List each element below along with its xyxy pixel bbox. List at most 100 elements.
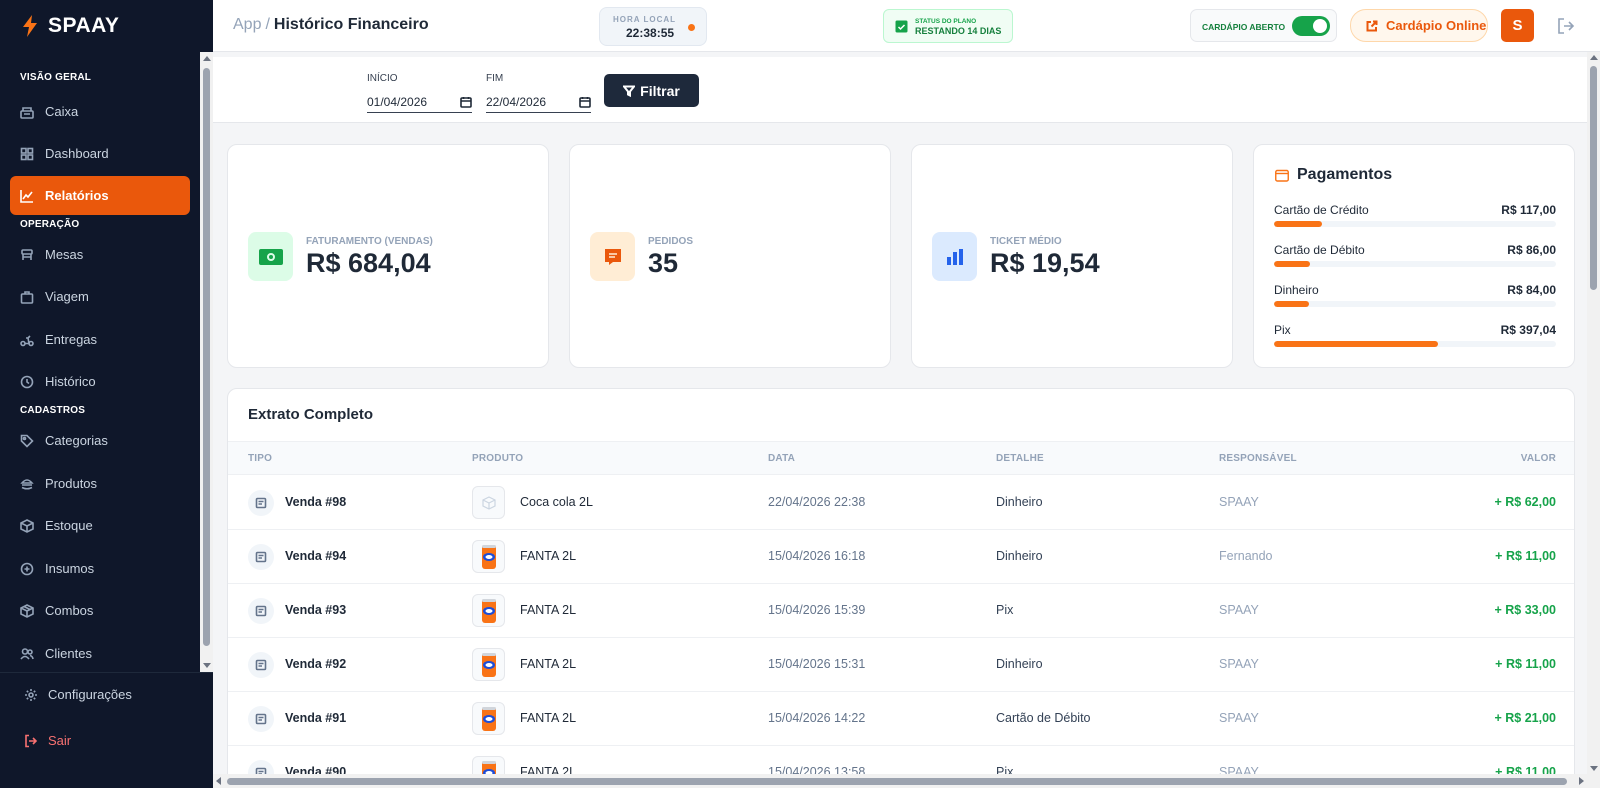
sale-value: + R$ 11,00: [1495, 549, 1556, 563]
sidebar-item-clientes[interactable]: Clientes: [10, 634, 190, 672]
sidebar-item-label: Caixa: [45, 104, 79, 119]
sale-type: Venda #94: [285, 549, 347, 563]
product-name: FANTA 2L: [520, 603, 577, 617]
fanta-can-icon: [481, 652, 496, 677]
sidebar-item-label: Produtos: [45, 476, 98, 491]
external-link-icon: [1366, 20, 1378, 31]
payment-progress-fill: [1274, 341, 1438, 347]
sidebar-item-label: Dashboard: [45, 146, 109, 161]
sidebar-item-estoque[interactable]: Estoque: [10, 506, 190, 545]
scroll-right-arrow-icon[interactable]: [1579, 777, 1584, 785]
brand[interactable]: SPAAY: [0, 0, 213, 52]
revenue-card: FATURAMENTO (VENDAS) R$ 684,04: [227, 144, 549, 368]
payment-progress-track: [1274, 301, 1556, 307]
product-thumbnail: [472, 486, 505, 519]
breadcrumb-root[interactable]: App: [233, 16, 261, 33]
logout-link[interactable]: Sair: [24, 733, 71, 748]
start-date-value: 01/04/2026: [367, 94, 428, 109]
sidebar-item-label: Estoque: [45, 518, 93, 533]
scrollbar-thumb[interactable]: [203, 68, 210, 646]
scroll-up-arrow-icon[interactable]: [203, 56, 211, 61]
payment-row: Dinheiro R$ 84,00: [1274, 283, 1556, 313]
product-thumbnail: [472, 702, 505, 735]
sidebar-item-categorias[interactable]: Categorias: [10, 421, 190, 460]
sidebar-scrollbar[interactable]: [200, 52, 213, 672]
sidebar-item-caixa[interactable]: Caixa: [10, 92, 190, 131]
header-logout-button[interactable]: [1556, 16, 1576, 36]
scroll-left-arrow-icon[interactable]: [216, 777, 221, 785]
avatar[interactable]: S: [1501, 9, 1534, 42]
column-header-responsible[interactable]: RESPONSÁVEL: [1219, 453, 1297, 464]
end-date-input[interactable]: 22/04/2026: [486, 91, 591, 113]
start-date-label: INÍCIO: [367, 73, 398, 84]
responsible-user: SPAAY: [1219, 657, 1259, 671]
calendar-icon[interactable]: [460, 96, 472, 108]
payment-progress-fill: [1274, 301, 1309, 307]
section-label-overview: VISÃO GERAL: [20, 72, 92, 83]
table-row[interactable]: Venda #93 FANTA 2L 15/04/2026 15:39 Pix SPAA…: [228, 584, 1574, 638]
statement-table: Extrato Completo TIPO PRODUTO DATA DETAL…: [227, 388, 1575, 788]
brand-name: SPAAY: [48, 14, 120, 37]
local-clock: HORA LOCAL 22:38:55: [599, 7, 707, 46]
table-row[interactable]: Venda #98 Coca cola 2L 22/04/2026 22:38 Din…: [228, 476, 1574, 530]
grid-icon: [20, 147, 34, 160]
scrollbar-thumb[interactable]: [227, 778, 1567, 785]
table-row[interactable]: Venda #94 FANTA 2L 15/04/2026 16:18 Dinheir…: [228, 530, 1574, 584]
sidebar-item-mesas[interactable]: Mesas: [10, 235, 190, 274]
scroll-down-arrow-icon[interactable]: [203, 663, 211, 668]
plan-status-label: STATUS DO PLANO: [915, 18, 977, 25]
sale-type: Venda #98: [285, 495, 347, 509]
sidebar-item-produtos[interactable]: Produtos: [10, 464, 190, 503]
payment-detail: Dinheiro: [996, 549, 1043, 563]
menu-open-toggle[interactable]: [1292, 16, 1330, 36]
sidebar-item-historico[interactable]: Histórico: [10, 362, 190, 401]
box-icon: [20, 518, 34, 533]
scrollbar-thumb[interactable]: [1590, 66, 1597, 290]
table-icon: [21, 248, 33, 260]
sale-type-icon: [248, 544, 274, 570]
scroll-down-arrow-icon[interactable]: [1590, 766, 1598, 771]
column-header-detail[interactable]: DETALHE: [996, 453, 1044, 464]
payment-method-name: Pix: [1274, 323, 1291, 337]
payment-progress-track: [1274, 341, 1556, 347]
stat-icon-revenue: [248, 232, 293, 281]
payment-detail: Dinheiro: [996, 657, 1043, 671]
sidebar-item-relatorios[interactable]: Relatórios: [10, 176, 190, 215]
receipt-icon: [604, 248, 621, 265]
sidebar-item-combos[interactable]: Combos: [10, 591, 190, 630]
stat-icon-ticket: [932, 232, 977, 281]
table-row[interactable]: Venda #92 FANTA 2L 15/04/2026 15:31 Dinheir…: [228, 638, 1574, 692]
scroll-up-arrow-icon[interactable]: [1590, 55, 1598, 60]
column-header-type[interactable]: TIPO: [248, 453, 272, 464]
start-date-input[interactable]: 01/04/2026: [367, 91, 472, 113]
sidebar-item-insumos[interactable]: Insumos: [10, 549, 190, 588]
payments-card: Pagamentos Cartão de Crédito R$ 117,00 Car…: [1253, 144, 1575, 368]
main-vertical-scrollbar[interactable]: [1587, 52, 1600, 774]
sale-type-icon: [248, 598, 274, 624]
column-header-product[interactable]: PRODUTO: [472, 453, 523, 464]
calendar-icon[interactable]: [579, 96, 591, 108]
payment-progress-track: [1274, 221, 1556, 227]
column-header-date[interactable]: DATA: [768, 453, 795, 464]
ticket-label: TICKET MÉDIO: [990, 236, 1062, 247]
sale-type-icon: [248, 490, 274, 516]
sale-value: + R$ 21,00: [1494, 711, 1556, 725]
package-icon: [20, 603, 34, 618]
filter-button[interactable]: Filtrar: [604, 74, 699, 107]
table-row[interactable]: Venda #91 FANTA 2L 15/04/2026 14:22 Cartão …: [228, 692, 1574, 746]
sidebar-item-viagem[interactable]: Viagem: [10, 277, 190, 316]
receipt-icon: [255, 605, 267, 617]
sale-date: 15/04/2026 15:39: [768, 603, 866, 617]
clock-label: HORA LOCAL: [613, 15, 677, 24]
wallet-icon: [1275, 169, 1289, 182]
sidebar-item-dashboard[interactable]: Dashboard: [10, 134, 190, 173]
online-menu-button[interactable]: Cardápio Online: [1350, 9, 1488, 42]
column-header-value[interactable]: VALOR: [1521, 453, 1556, 464]
users-icon: [20, 647, 34, 660]
section-label-operation: OPERAÇÃO: [20, 219, 80, 230]
sale-type: Venda #91: [285, 711, 347, 725]
breadcrumb-separator: /: [265, 16, 270, 33]
sidebar-item-entregas[interactable]: Entregas: [10, 320, 190, 359]
settings-link[interactable]: Configurações: [24, 687, 132, 702]
main-horizontal-scrollbar[interactable]: [213, 774, 1600, 788]
